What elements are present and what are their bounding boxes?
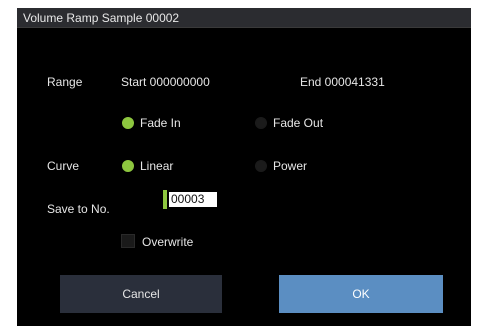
ok-button[interactable]: OK [279,275,443,313]
curve-label: Curve [47,159,80,173]
range-end[interactable]: End 000041331 [300,75,385,89]
field-focus-indicator [163,190,167,209]
cancel-button[interactable]: Cancel [60,275,222,313]
save-to-number-field[interactable]: 00003 [163,190,219,209]
range-label: Range [47,75,83,89]
power-radio-icon[interactable] [255,160,267,172]
fade-out-radio-icon[interactable] [255,117,267,129]
linear-label[interactable]: Linear [140,159,173,173]
linear-radio-icon[interactable] [122,160,134,172]
save-to-number-value[interactable]: 00003 [169,192,217,207]
dialog-title: Volume Ramp Sample 00002 [23,11,180,25]
range-start[interactable]: Start 000000000 [121,75,210,89]
fade-in-label[interactable]: Fade In [140,116,181,130]
overwrite-label[interactable]: Overwrite [142,235,193,249]
fade-in-radio-icon[interactable] [122,117,134,129]
overwrite-checkbox[interactable] [121,234,135,248]
volume-ramp-dialog: Volume Ramp Sample 00002 Range Start 000… [17,8,471,326]
save-to-label: Save to No. [47,202,110,216]
power-label[interactable]: Power [273,159,307,173]
dialog-body: Range Start 000000000 End 000041331 Fade… [17,28,471,326]
fade-out-label[interactable]: Fade Out [273,116,323,130]
dialog-titlebar: Volume Ramp Sample 00002 [17,8,471,28]
